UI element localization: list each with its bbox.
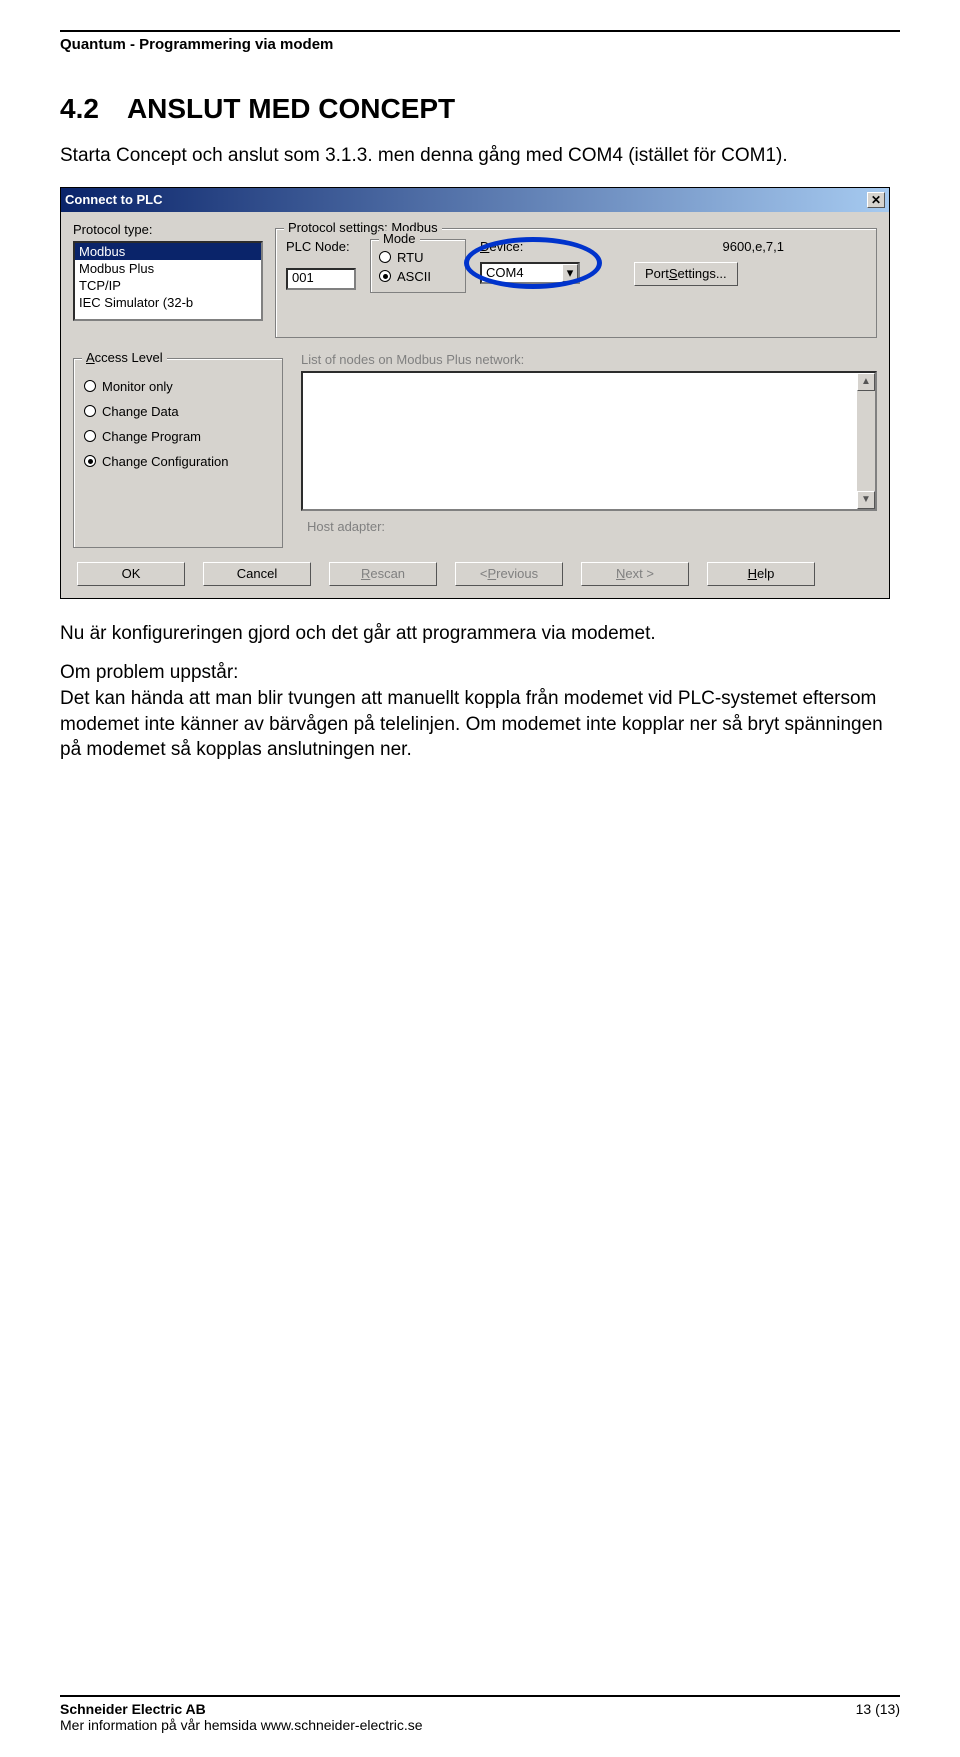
help-button[interactable]: Help	[707, 562, 815, 586]
mode-rtu-radio[interactable]: RTU	[379, 250, 457, 265]
list-item[interactable]: Modbus	[75, 243, 261, 260]
footer-left: Schneider Electric AB Mer information på…	[60, 1701, 423, 1733]
ok-button[interactable]: OK	[77, 562, 185, 586]
access-option-label: Change Data	[102, 404, 179, 419]
close-icon[interactable]: ✕	[867, 192, 885, 208]
dialog-titlebar: Connect to PLC ✕	[61, 188, 889, 212]
dialog-screenshot: Connect to PLC ✕ Protocol type: Modbus M…	[60, 187, 900, 599]
mode-ascii-radio[interactable]: ASCII	[379, 269, 457, 284]
device-label: Device:	[480, 239, 620, 254]
next-button[interactable]: Next >	[581, 562, 689, 586]
nodes-list-label: List of nodes on Modbus Plus network:	[301, 352, 877, 367]
access-level-legend: Access Level	[82, 350, 167, 365]
radio-icon	[379, 270, 391, 282]
footer-company: Schneider Electric AB	[60, 1701, 206, 1717]
protocol-type-label: Protocol type:	[73, 222, 263, 237]
access-option-label: Monitor only	[102, 379, 173, 394]
scrollbar[interactable]: ▲ ▼	[857, 373, 875, 509]
section-heading: 4.2 ANSLUT MED CONCEPT	[60, 93, 900, 125]
mode-ascii-label: ASCII	[397, 269, 431, 284]
radio-icon	[84, 380, 96, 392]
access-option-label: Change Program	[102, 429, 201, 444]
host-adapter-label: Host adapter:	[307, 519, 877, 534]
mode-rtu-label: RTU	[397, 250, 423, 265]
access-option-label: Change Configuration	[102, 454, 228, 469]
access-changeprogram-radio[interactable]: Change Program	[84, 429, 272, 444]
doc-header: Quantum - Programmering via modem	[60, 36, 900, 53]
footer-page: 13 (13)	[856, 1701, 900, 1733]
nodes-listbox: ▲ ▼	[301, 371, 877, 511]
cancel-button[interactable]: Cancel	[203, 562, 311, 586]
dialog-title: Connect to PLC	[65, 192, 163, 207]
access-changedata-radio[interactable]: Change Data	[84, 404, 272, 419]
previous-button[interactable]: < Previous	[455, 562, 563, 586]
section-number: 4.2	[60, 93, 99, 125]
scroll-down-icon[interactable]: ▼	[857, 491, 875, 509]
mode-legend: Mode	[379, 231, 420, 246]
access-changeconfig-radio[interactable]: Change Configuration	[84, 454, 272, 469]
list-item[interactable]: Modbus Plus	[75, 260, 261, 277]
radio-icon	[84, 455, 96, 467]
port-info-text: 9600,e,7,1	[634, 239, 784, 254]
device-value: COM4	[486, 265, 524, 280]
scroll-up-icon[interactable]: ▲	[857, 373, 875, 391]
access-monitor-radio[interactable]: Monitor only	[84, 379, 272, 394]
protocol-listbox[interactable]: Modbus Modbus Plus TCP/IP IEC Simulator …	[73, 241, 263, 321]
port-settings-button[interactable]: Port Settings...	[634, 262, 738, 286]
post-paragraph-1: Nu är konfigureringen gjord och det går …	[60, 621, 900, 647]
chevron-down-icon[interactable]: ▾	[562, 264, 578, 282]
list-item[interactable]: IEC Simulator (32-b	[75, 294, 261, 311]
plc-node-input[interactable]: 001	[286, 268, 356, 290]
section-title: ANSLUT MED CONCEPT	[127, 93, 455, 124]
footer-info: Mer information på vår hemsida www.schne…	[60, 1717, 423, 1733]
radio-icon	[379, 251, 391, 263]
radio-icon	[84, 430, 96, 442]
device-combo[interactable]: COM4 ▾	[480, 262, 580, 284]
intro-paragraph: Starta Concept och anslut som 3.1.3. men…	[60, 143, 900, 169]
radio-icon	[84, 405, 96, 417]
rescan-button[interactable]: Rescan	[329, 562, 437, 586]
plc-node-label: PLC Node:	[286, 239, 356, 254]
list-item[interactable]: TCP/IP	[75, 277, 261, 294]
post-paragraph-2: Om problem uppstår: Det kan hända att ma…	[60, 660, 900, 763]
